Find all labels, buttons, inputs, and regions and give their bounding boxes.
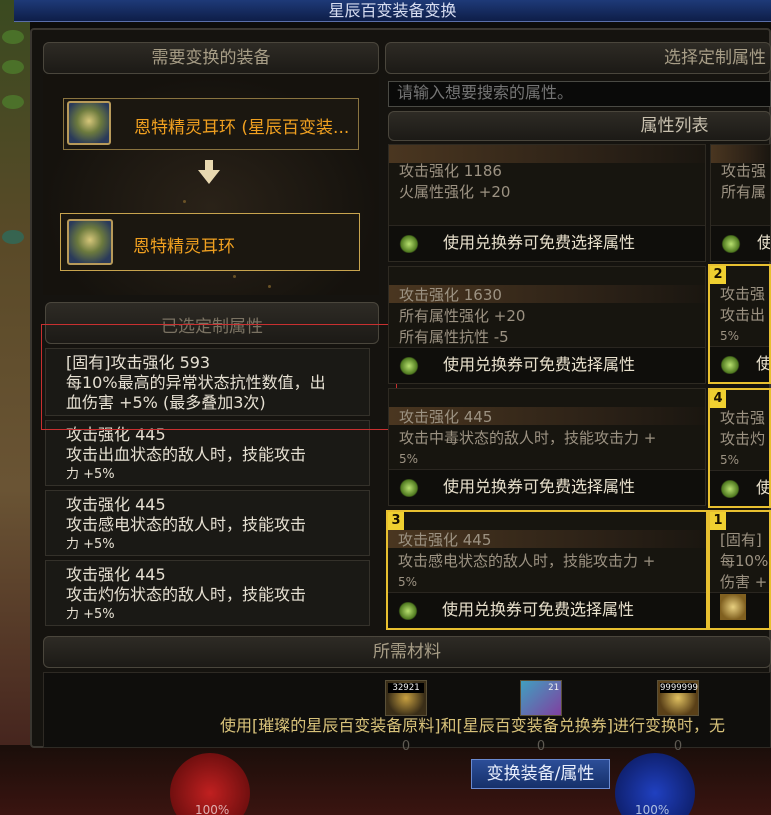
- target-item-name: 恩特精灵耳环: [133, 237, 235, 257]
- background-left-decor: [0, 0, 30, 815]
- option-line-2: 每10%最: [720, 552, 769, 570]
- attr-option[interactable]: 攻击强化 1186 火属性强化 +20 使用兑换券可免费选择属性: [388, 144, 706, 262]
- coupon-icon: [720, 356, 740, 374]
- coupon-text: 使用兑换券可免费选择属性: [443, 233, 636, 252]
- option-line-2: 所有属: [721, 183, 767, 201]
- option-line-3: 5%: [720, 453, 740, 467]
- coupon-icon: [399, 357, 419, 375]
- coupon-text: 使: [756, 478, 771, 497]
- material-icon-stardust[interactable]: 32921: [385, 680, 427, 716]
- attr-option-selected[interactable]: 1 [固有] 每10%最 伤害 +: [708, 510, 771, 630]
- attr-list-label: 属性列表: [640, 116, 709, 136]
- option-line-3: 所有属性抗性 -5: [399, 328, 509, 346]
- coupon-icon: [399, 235, 419, 253]
- attr-option[interactable]: 攻击强化 445 攻击中毒状态的敌人时，技能攻击力 + 5% 使用兑换券可免费选…: [388, 388, 706, 506]
- selected-attrs-header: 已选定制属性: [45, 302, 379, 344]
- attr-line-1: 攻击强化 445: [66, 425, 166, 444]
- material-stock: 21: [548, 683, 559, 693]
- attr-line-1: 攻击强化 445: [66, 495, 166, 514]
- selection-order-badge: 3: [388, 512, 404, 530]
- attr-line-2: 每10%最高的异常状态抗性数值，出: [66, 373, 326, 392]
- hp-percent: 100%: [195, 803, 230, 815]
- selection-order-badge: 4: [710, 390, 726, 408]
- coupon-text: 使: [757, 229, 770, 253]
- material-have: 0: [536, 739, 546, 754]
- coupon-icon: [720, 480, 740, 498]
- source-item-name: 恩特精灵耳环 (星辰百变装...: [134, 118, 350, 138]
- option-line-1: 攻击强化 1186: [399, 162, 502, 180]
- option-line-1: 攻击强化 1630: [399, 286, 502, 304]
- coupon-icon: [721, 235, 741, 253]
- selected-attr-card[interactable]: [固有]攻击强化 593 每10%最高的异常状态抗性数值，出 血伤害 +5% (…: [45, 348, 370, 416]
- option-line-1: 攻击强: [720, 285, 766, 303]
- option-line-1: 攻击强化 445: [399, 408, 493, 426]
- coupon-text: 使: [756, 354, 771, 373]
- coupon-icon: [399, 479, 419, 497]
- fixed-attr-icon: [720, 594, 746, 620]
- window-title: 星辰百变装备变换: [14, 0, 771, 22]
- attr-line-2: 攻击出血状态的敌人时，技能攻击: [66, 445, 307, 464]
- convert-equipment-button[interactable]: 变换装备/属性: [471, 759, 610, 789]
- attr-line-3: 力 +5%: [66, 467, 115, 482]
- option-line-2: 攻击感电状态的敌人时，技能攻击力 +: [398, 552, 656, 570]
- material-have: 0: [673, 739, 683, 754]
- option-line-1: [固有]: [720, 531, 762, 549]
- choose-attr-header: 选择定制属性: [385, 42, 771, 74]
- selected-attr-card[interactable]: 攻击强化 445 攻击感电状态的敌人时，技能攻击 力 +5%: [45, 490, 370, 556]
- option-line-2: 火属性强化 +20: [399, 183, 511, 201]
- attr-list-header: 属性列表: [388, 111, 771, 141]
- option-line-2: 攻击灼: [720, 430, 766, 448]
- option-line-1: 攻击强: [721, 162, 767, 180]
- materials-header-label: 所需材料: [373, 642, 441, 662]
- option-line-3: 5%: [399, 452, 419, 466]
- attr-line-1: [固有]攻击强化 593: [66, 353, 211, 372]
- materials-header: 所需材料: [43, 636, 771, 668]
- option-line-2: 攻击出: [720, 306, 766, 324]
- attr-option[interactable]: 攻击强化 1630 所有属性强化 +20 所有属性抗性 -5 使用兑换券可免费选…: [388, 266, 706, 384]
- selected-attr-card[interactable]: 攻击强化 445 攻击出血状态的敌人时，技能攻击 力 +5%: [45, 420, 370, 486]
- earring-icon: [67, 101, 111, 145]
- mp-percent: 100%: [635, 803, 670, 815]
- coupon-text: 使用兑换券可免费选择属性: [443, 477, 636, 496]
- attr-option[interactable]: 攻击强 所有属 使: [710, 144, 771, 262]
- earring-icon: [67, 219, 113, 265]
- option-line-3: 伤害 +: [720, 573, 768, 591]
- target-item-slot[interactable]: 恩特精灵耳环: [60, 213, 360, 271]
- attr-search-input[interactable]: [388, 81, 771, 107]
- game-hud-bar: 100% 100%: [0, 745, 771, 815]
- equip-to-transform-header: 需要变换的装备: [43, 42, 379, 74]
- option-line-3: 5%: [720, 329, 740, 343]
- material-have: 0: [401, 739, 411, 754]
- option-line-2: 攻击中毒状态的敌人时，技能攻击力 +: [399, 429, 657, 447]
- materials-note: 使用[璀璨的星辰百变装备原料]和[星辰百变装备兑换券]进行变换时，无: [220, 716, 725, 735]
- coupon-text: 使用兑换券可免费选择属性: [442, 600, 635, 619]
- attr-line-1: 攻击强化 445: [66, 565, 166, 584]
- attr-line-2: 攻击感电状态的敌人时，技能攻击: [66, 515, 307, 534]
- choose-attr-label: 选择定制属性: [664, 48, 766, 68]
- attr-option-selected[interactable]: 3 攻击强化 445 攻击感电状态的敌人时，技能攻击力 + 5% 使用兑换券可免…: [386, 510, 708, 630]
- material-icon-gold[interactable]: 9999999: [657, 680, 699, 716]
- option-line-2: 所有属性强化 +20: [399, 307, 526, 325]
- selection-order-badge: 2: [710, 266, 726, 284]
- material-icon-coupon[interactable]: 21: [520, 680, 562, 716]
- material-stock: 9999999: [660, 683, 698, 693]
- attr-line-3: 力 +5%: [66, 607, 115, 622]
- selected-header-label: 已选定制属性: [161, 317, 263, 337]
- option-line-3: 5%: [398, 575, 418, 589]
- coupon-text: 使用兑换券可免费选择属性: [443, 355, 636, 374]
- attr-line-3: 力 +5%: [66, 537, 115, 552]
- attr-option-selected[interactable]: 4 攻击强 攻击灼 5% 使: [708, 388, 771, 508]
- attr-option-selected[interactable]: 2 攻击强 攻击出 5% 使: [708, 264, 771, 384]
- selection-order-badge: 1: [710, 512, 726, 530]
- equip-header-label: 需要变换的装备: [151, 48, 271, 68]
- selected-attr-card[interactable]: 攻击强化 445 攻击灼伤状态的敌人时，技能攻击 力 +5%: [45, 560, 370, 626]
- coupon-icon: [398, 602, 418, 620]
- option-line-1: 攻击强: [720, 409, 766, 427]
- attr-line-2: 攻击灼伤状态的敌人时，技能攻击: [66, 585, 307, 604]
- attr-line-3: 血伤害 +5% (最多叠加3次): [66, 393, 266, 412]
- source-item-slot[interactable]: 恩特精灵耳环 (星辰百变装...: [63, 98, 359, 150]
- option-line-1: 攻击强化 445: [398, 531, 492, 549]
- material-stock: 32921: [388, 683, 424, 693]
